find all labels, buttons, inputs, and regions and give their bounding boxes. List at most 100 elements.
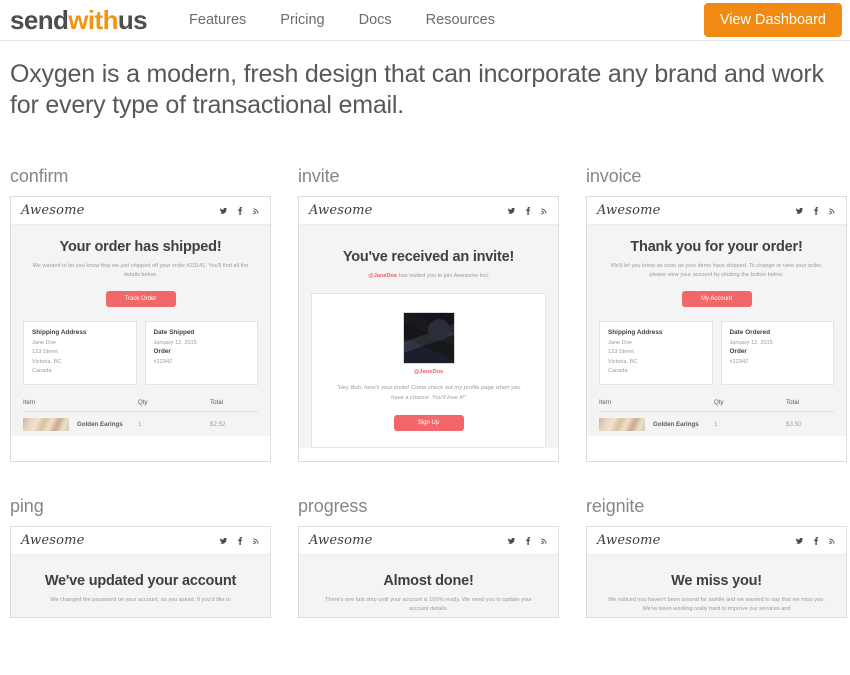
template-cell-reignite: reignite Awesome We miss you! We noticed… — [586, 496, 847, 618]
email-social-icons — [795, 206, 836, 215]
email-body: We've updated your account We changed th… — [11, 555, 270, 617]
rss-icon[interactable] — [540, 537, 548, 545]
template-cell-invoice: invoice Awesome Thank you for your order… — [586, 166, 847, 462]
template-title-confirm: confirm — [10, 166, 69, 186]
email-preview-reignite[interactable]: Awesome We miss you! We noticed you have… — [586, 526, 847, 618]
twitter-icon[interactable] — [795, 537, 804, 545]
column-header-total: Total — [210, 398, 224, 406]
item-cell: Golden Earings — [23, 417, 138, 431]
template-title-ping: ping — [10, 496, 44, 516]
template-title-reignite: reignite — [586, 496, 645, 516]
email-header: Awesome — [299, 197, 558, 225]
email-preview-invite[interactable]: Awesome You've received an invite! @Jane… — [298, 196, 559, 462]
rss-icon[interactable] — [252, 207, 260, 215]
track-order-button[interactable]: Track Order — [105, 291, 176, 308]
rss-icon[interactable] — [828, 537, 836, 545]
email-heading: Almost done! — [383, 573, 474, 589]
shipping-address-line: Victoria, BC — [608, 358, 638, 365]
product-thumbnail-icon — [23, 417, 69, 431]
table-header-row: Item Qty Total — [23, 399, 258, 412]
order-meta-box: Date Shipped January 12, 2015 Order #123… — [144, 321, 258, 385]
shipping-address-heading: Shipping Address — [608, 329, 663, 337]
view-dashboard-button[interactable]: View Dashboard — [703, 3, 842, 37]
template-title-progress: progress — [298, 496, 368, 516]
template-cell-progress: progress Awesome Almost done! There's on… — [298, 496, 559, 618]
item-qty: 1 — [138, 420, 142, 428]
shipping-address-heading: Shipping Address — [32, 329, 87, 337]
email-subtext: We noticed you haven't been around for a… — [608, 597, 825, 613]
date-shipped-value: January 12, 2015 — [153, 340, 197, 347]
twitter-icon[interactable] — [219, 207, 228, 215]
twitter-icon[interactable] — [795, 207, 804, 215]
facebook-icon[interactable] — [237, 206, 243, 215]
order-heading: Order — [153, 348, 171, 356]
shipping-address-line: 123 Street — [32, 349, 58, 356]
email-preview-ping[interactable]: Awesome We've updated your account We ch… — [10, 526, 271, 618]
email-body: Thank you for your order! We'll let you … — [587, 225, 846, 385]
twitter-icon[interactable] — [507, 207, 516, 215]
nav-link-docs[interactable]: Docs — [359, 12, 392, 28]
email-heading: Thank you for your order! — [630, 239, 803, 255]
item-total: $3.50 — [786, 420, 802, 428]
order-meta-box: Date Ordered January 12, 2015 Order #123… — [720, 321, 834, 385]
twitter-icon[interactable] — [219, 537, 228, 545]
email-preview-progress[interactable]: Awesome Almost done! There's one last st… — [298, 526, 559, 618]
product-thumbnail-icon — [599, 417, 645, 431]
email-social-icons — [507, 536, 548, 545]
my-account-button[interactable]: My Account — [681, 291, 752, 308]
email-brand-logo: Awesome — [309, 533, 373, 548]
table-header-row: Item Qty Total — [599, 399, 834, 412]
item-total: $2.52 — [210, 420, 226, 428]
email-preview-confirm[interactable]: Awesome Your order has shipped! We wante… — [10, 196, 271, 462]
nav-links: Features Pricing Docs Resources — [189, 12, 495, 28]
page-headline: Oxygen is a modern, fresh design that ca… — [10, 60, 824, 119]
order-items-table: Item Qty Total Golden Earings 1 $3.50 — [587, 384, 846, 436]
item-name: Golden Earings — [653, 420, 699, 428]
template-cell-confirm: confirm Awesome Your order has shipped! … — [10, 166, 271, 462]
email-brand-logo: Awesome — [21, 533, 85, 548]
nav-link-resources[interactable]: Resources — [426, 12, 495, 28]
column-header-qty: Qty — [138, 398, 148, 406]
column-header-total: Total — [786, 398, 800, 406]
template-title-invite: invite — [298, 166, 340, 186]
logo-text-send: send — [10, 4, 69, 35]
column-header-qty: Qty — [714, 398, 724, 406]
facebook-icon[interactable] — [237, 536, 243, 545]
email-subtext: We changed the password on your account,… — [50, 597, 231, 603]
email-social-icons — [219, 206, 260, 215]
column-header-item: Item — [599, 398, 612, 406]
rss-icon[interactable] — [540, 207, 548, 215]
template-grid-row-1: confirm Awesome Your order has shipped! … — [0, 166, 850, 462]
shipping-address-line: Jane Doe — [608, 340, 632, 347]
email-info-boxes: Shipping Address Jane Doe 123 Street Vic… — [599, 321, 834, 385]
rss-icon[interactable] — [252, 537, 260, 545]
email-info-boxes: Shipping Address Jane Doe 123 Street Vic… — [23, 321, 258, 385]
nav-link-features[interactable]: Features — [189, 12, 246, 28]
avatar-handle: @JaneDoe — [413, 369, 444, 376]
facebook-icon[interactable] — [813, 536, 819, 545]
order-heading: Order — [729, 348, 747, 356]
twitter-icon[interactable] — [507, 537, 516, 545]
facebook-icon[interactable] — [525, 536, 531, 545]
facebook-icon[interactable] — [813, 206, 819, 215]
email-preview-invoice[interactable]: Awesome Thank you for your order! We'll … — [586, 196, 847, 462]
sign-up-button[interactable]: Sign Up — [393, 414, 464, 431]
email-subtext: We'll let you know as soon as your items… — [610, 263, 823, 279]
item-cell: Golden Earings — [599, 417, 714, 431]
logo-text-us: us — [117, 4, 148, 35]
template-grid-row-2: ping Awesome We've updated your account … — [0, 496, 850, 618]
invite-panel: @JaneDoe "Hey Bob, here's your invite! C… — [311, 293, 546, 448]
site-logo[interactable]: sendwithus — [10, 4, 148, 36]
order-items-table: Item Qty Total Golden Earings 1 $2.52 — [11, 384, 270, 436]
rss-icon[interactable] — [828, 207, 836, 215]
email-heading: We miss you! — [671, 573, 762, 589]
date-ordered-value: January 12, 2015 — [729, 340, 773, 347]
item-name: Golden Earings — [77, 420, 123, 428]
nav-link-pricing[interactable]: Pricing — [280, 12, 324, 28]
email-brand-logo: Awesome — [597, 533, 661, 548]
facebook-icon[interactable] — [525, 206, 531, 215]
email-social-icons — [219, 536, 260, 545]
inviter-handle: @JaneDoe — [368, 273, 398, 279]
order-number-value: #12342 — [153, 359, 173, 366]
order-number-value: #12342 — [729, 359, 749, 366]
